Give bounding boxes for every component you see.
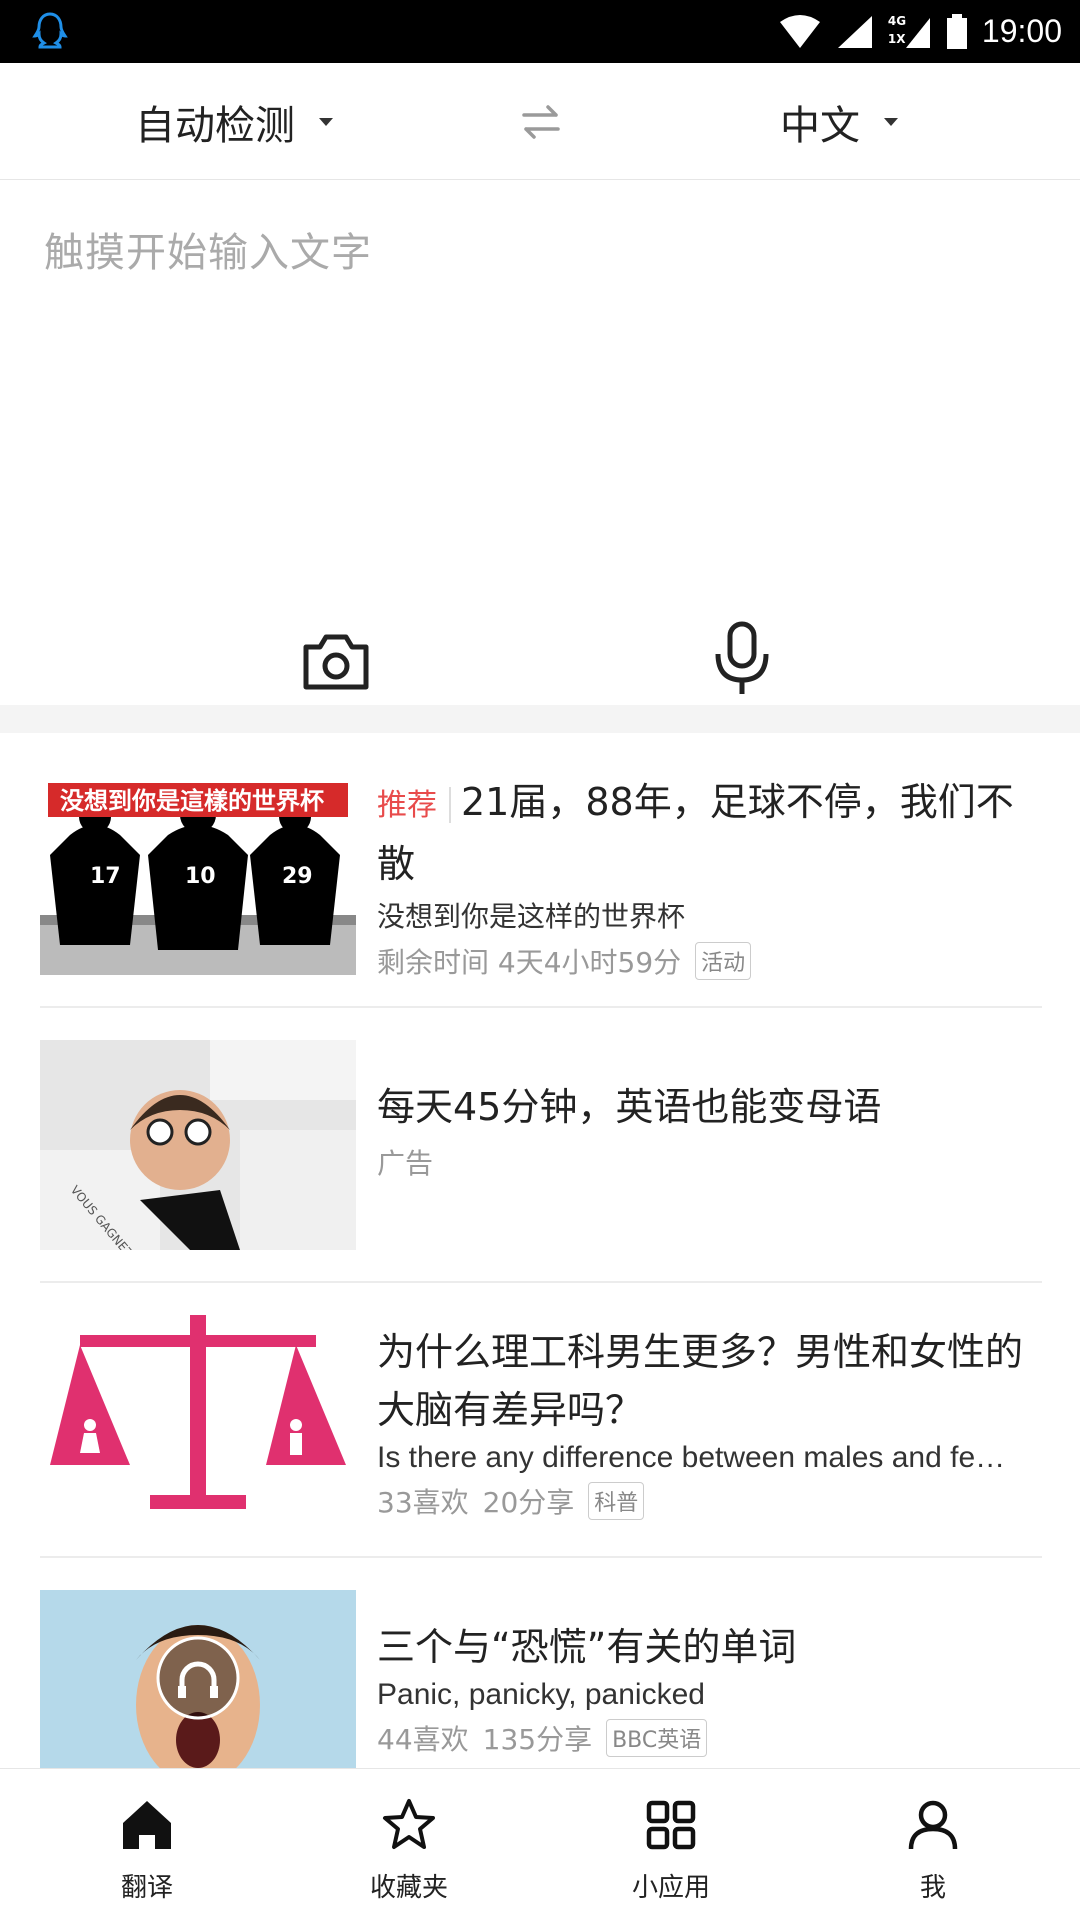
nav-label: 小应用: [631, 1873, 710, 1903]
camera-icon[interactable]: [300, 625, 372, 697]
jersey-number: 29: [282, 864, 313, 889]
bottom-navigation: 翻译 收藏夹 小应用 我: [0, 1768, 1080, 1921]
nav-translate[interactable]: 翻译: [47, 1795, 247, 1904]
apps-grid-icon: [646, 1800, 696, 1850]
nav-mini-apps[interactable]: 小应用: [571, 1795, 771, 1904]
caret-down-icon: [319, 118, 333, 126]
shares-count: 20分享: [482, 1486, 575, 1519]
star-icon: [383, 1799, 435, 1849]
target-language-label: 中文: [780, 103, 860, 149]
category-chip: 科普: [588, 1482, 645, 1520]
jersey-number: 17: [90, 864, 121, 889]
article-title: 每天45分钟，英语也能变母语: [377, 1085, 882, 1129]
caret-down-icon: [884, 118, 898, 126]
battery-icon: [946, 13, 967, 49]
language-bar: 自动检测 中文: [0, 63, 1080, 180]
swap-icon[interactable]: [520, 101, 562, 143]
home-icon: [123, 1801, 171, 1849]
nav-label: 收藏夹: [369, 1873, 448, 1903]
shares-count: 135分享: [482, 1723, 593, 1756]
jersey-number: 10: [185, 864, 216, 889]
worldcup-thumbnail: 17 10 29 没想到你是這樣的世界杯: [40, 765, 356, 975]
target-language-selector[interactable]: 中文: [780, 93, 898, 151]
ad-label: 广告: [377, 1147, 434, 1180]
article-title: 三个与“恐慌”有关的单词: [377, 1625, 797, 1669]
article-title-text: 21届，88年，足球不停，我们不散: [377, 780, 1014, 886]
category-chip: 活动: [695, 942, 752, 980]
ad-thumbnail: VOUS GAGNEZ: [40, 1040, 356, 1250]
article-subtitle: Is there any difference between males an…: [377, 1441, 1006, 1474]
article-subtitle: Panic, panicky, panicked: [377, 1678, 705, 1711]
article-meta: 44喜欢 135分享 BBC英语: [377, 1718, 1042, 1758]
feed-card-worldcup[interactable]: 17 10 29 没想到你是這樣的世界杯 推荐 21届，88年，足球不停，我们不散…: [40, 733, 1042, 1008]
likes-count: 33喜欢: [377, 1486, 469, 1519]
article-feed[interactable]: 17 10 29 没想到你是這樣的世界杯 推荐 21届，88年，足球不停，我们不散…: [0, 733, 1080, 1768]
source-language-selector[interactable]: 自动检测: [135, 93, 333, 151]
thumbnail-caption: 没想到你是這樣的世界杯: [60, 787, 324, 815]
qq-icon: [32, 12, 68, 49]
wifi-icon: [779, 14, 820, 48]
likes-count: 44喜欢: [377, 1723, 469, 1756]
remaining-time: 剩余时间 4天4小时59分: [377, 946, 682, 979]
scale-thumbnail: [40, 1315, 356, 1525]
nav-me[interactable]: 我: [833, 1795, 1033, 1904]
article-meta: 剩余时间 4天4小时59分 活动: [377, 941, 1042, 981]
article-subtitle: 没想到你是这样的世界杯: [377, 900, 686, 933]
clock: 19:00: [981, 13, 1062, 49]
input-placeholder: 触摸开始输入文字: [44, 230, 372, 276]
status-bar: 4G 1X 19:00: [0, 0, 1080, 63]
user-icon: [908, 1800, 958, 1850]
article-meta: 33喜欢 20分享 科普: [377, 1481, 1042, 1521]
feed-card-science[interactable]: 为什么理工科男生更多？男性和女性的大脑有差异吗？ Is there any di…: [40, 1283, 1042, 1558]
recommend-tag: 推荐: [377, 788, 437, 823]
translation-input-area[interactable]: 触摸开始输入文字: [0, 180, 1080, 705]
article-title: 为什么理工科男生更多？男性和女性的大脑有差异吗？: [377, 1330, 1024, 1432]
feed-card-ad[interactable]: VOUS GAGNEZ 每天45分钟，英语也能变母语 广告: [40, 1008, 1042, 1283]
nav-label: 翻译: [120, 1873, 173, 1903]
category-chip: BBC英语: [606, 1719, 708, 1757]
panic-thumbnail: [40, 1590, 356, 1768]
signal-icon: [837, 15, 872, 48]
article-title: 推荐 21届，88年，足球不停，我们不散: [377, 773, 1042, 893]
feed-card-bbc[interactable]: 三个与“恐慌”有关的单词 Panic, panicky, panicked 44…: [40, 1558, 1042, 1768]
signal-4g-icon: 4G 1X: [888, 14, 932, 50]
source-language-label: 自动检测: [135, 103, 295, 149]
section-divider: [0, 705, 1080, 733]
nav-label: 我: [919, 1873, 946, 1903]
nav-favorites[interactable]: 收藏夹: [309, 1795, 509, 1904]
microphone-icon[interactable]: [710, 620, 774, 700]
